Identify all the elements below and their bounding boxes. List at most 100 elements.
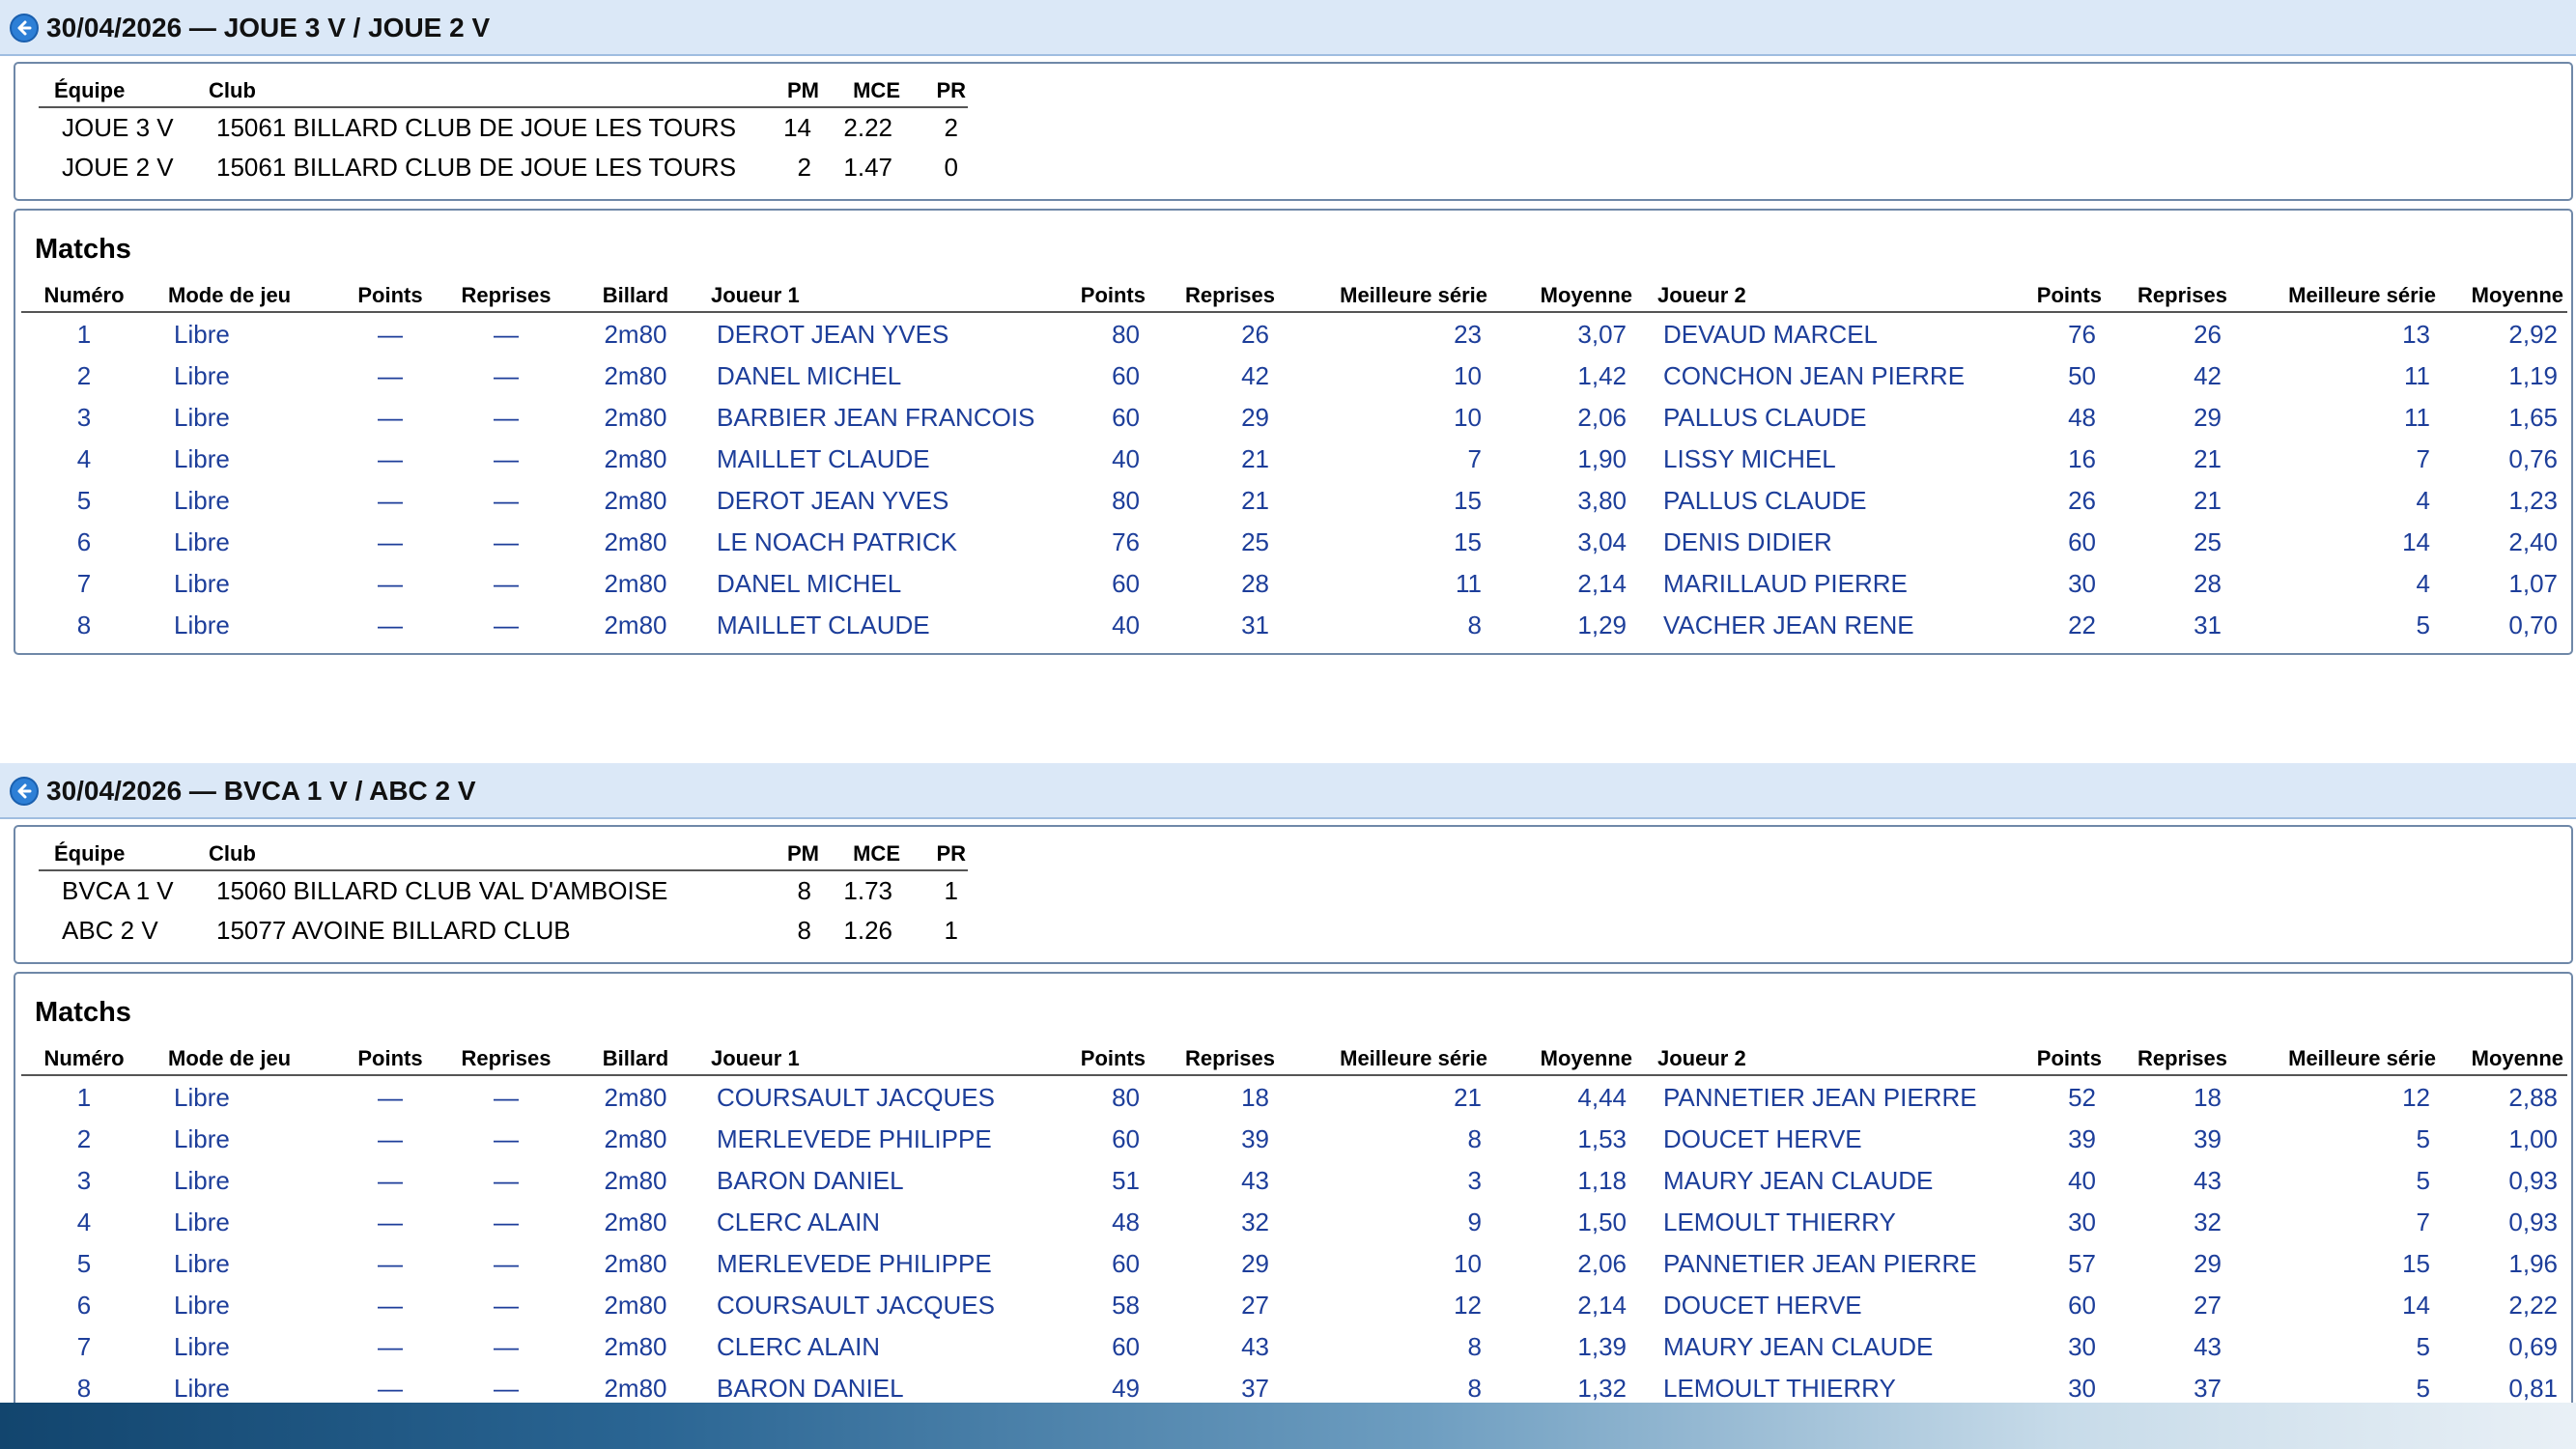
match-joueur2[interactable]: DOUCET HERVE (1663, 1290, 2015, 1321)
match-joueur1[interactable]: MAILLET CLAUDE (717, 443, 1059, 474)
match-serie1: 10 (1454, 403, 1482, 432)
team-pm: 2 (797, 153, 811, 182)
match-joueur1[interactable]: DANEL MICHEL (717, 568, 1059, 599)
match-joueur1[interactable]: CLERC ALAIN (717, 1207, 1059, 1237)
match-serie2: 15 (2402, 1249, 2430, 1278)
match-serie2: 5 (2416, 1374, 2430, 1403)
match-row[interactable]: 2 Libre — — 2m80 MERLEVEDE PHILIPPE 60 39 8 1,53 D… (15, 1122, 2571, 1162)
match-points: — (378, 444, 403, 473)
team-row: JOUE 3 V 15061 BILLARD CLUB DE JOUE LES T… (15, 110, 2571, 151)
team-equipe: JOUE 3 V (62, 113, 174, 142)
match-numero: 7 (76, 569, 92, 598)
match-row[interactable]: 3 Libre — — 2m80 BARBIER JEAN FRANCOIS 60 29 10 2… (15, 400, 2571, 440)
match-header-points2: Points (2036, 283, 2102, 307)
match-joueur2[interactable]: PALLUS CLAUDE (1663, 485, 2015, 516)
match-header-reprises2: Reprises (2137, 1046, 2227, 1070)
match-joueur2[interactable]: LEMOULT THIERRY (1663, 1373, 2015, 1404)
match-joueur1[interactable]: COURSAULT JACQUES (717, 1082, 1059, 1113)
team-header-club: Club (209, 841, 256, 866)
match-billard: 2m80 (604, 444, 667, 473)
match-joueur1[interactable]: BARON DANIEL (717, 1373, 1059, 1404)
match-joueur2[interactable]: MAURY JEAN CLAUDE (1663, 1165, 2015, 1196)
match-reprises1: 29 (1241, 403, 1269, 432)
match-numero: 8 (76, 611, 92, 639)
match-joueur1[interactable]: MERLEVEDE PHILIPPE (717, 1248, 1059, 1279)
match-points2: 52 (2068, 1083, 2096, 1112)
match-billard: 2m80 (604, 1083, 667, 1112)
back-arrow-icon[interactable] (10, 14, 39, 43)
match-moyenne2: 1,19 (2508, 361, 2558, 390)
match-joueur1[interactable]: COURSAULT JACQUES (717, 1290, 1059, 1321)
match-row[interactable]: 5 Libre — — 2m80 MERLEVEDE PHILIPPE 60 29 10 2,06… (15, 1246, 2571, 1287)
match-joueur1[interactable]: LE NOACH PATRICK (717, 526, 1059, 557)
matches-table: Matchs Numéro Mode de jeu Points Reprises Bil… (14, 972, 2573, 1418)
match-joueur1[interactable]: DANEL MICHEL (717, 360, 1059, 391)
match-row[interactable]: 7 Libre — — 2m80 DANEL MICHEL 60 28 11 2,14 MARILL… (15, 566, 2571, 607)
match-joueur2[interactable]: MAURY JEAN CLAUDE (1663, 1331, 2015, 1362)
match-joueur1[interactable]: BARBIER JEAN FRANCOIS (717, 402, 1059, 433)
team-row: BVCA 1 V 15060 BILLARD CLUB VAL D'AMBOISE… (15, 873, 2571, 914)
match-joueur1[interactable]: DEROT JEAN YVES (717, 485, 1059, 516)
match-row[interactable]: 2 Libre — — 2m80 DANEL MICHEL 60 42 10 1,42 CONCHO… (15, 358, 2571, 399)
team-header-underline (39, 869, 968, 871)
match-joueur2[interactable]: LEMOULT THIERRY (1663, 1207, 2015, 1237)
match-reprises2: 28 (2194, 569, 2222, 598)
match-joueur2[interactable]: DOUCET HERVE (1663, 1123, 2015, 1154)
match-row[interactable]: 8 Libre — — 2m80 MAILLET CLAUDE 40 31 8 1,29 VACHE… (15, 608, 2571, 648)
match-serie2: 5 (2416, 1166, 2430, 1195)
match-moyenne2: 2,40 (2508, 527, 2558, 556)
match-reprises1: 18 (1241, 1083, 1269, 1112)
match-row[interactable]: 6 Libre — — 2m80 LE NOACH PATRICK 76 25 15 3,04 DE… (15, 525, 2571, 565)
match-joueur2[interactable]: PANNETIER JEAN PIERRE (1663, 1082, 2015, 1113)
match-points1: 40 (1112, 611, 1140, 639)
match-joueur2[interactable]: PANNETIER JEAN PIERRE (1663, 1248, 2015, 1279)
match-joueur1[interactable]: BARON DANIEL (717, 1165, 1059, 1196)
match-row[interactable]: 6 Libre — — 2m80 COURSAULT JACQUES 58 27 12 2,14 D… (15, 1288, 2571, 1328)
match-joueur2[interactable]: PALLUS CLAUDE (1663, 402, 2015, 433)
match-row[interactable]: 5 Libre — — 2m80 DEROT JEAN YVES 80 21 15 3,80 PAL… (15, 483, 2571, 524)
match-serie1: 8 (1467, 1374, 1482, 1403)
match-moyenne2: 0,69 (2508, 1332, 2558, 1361)
match-points1: 48 (1112, 1208, 1140, 1236)
match-billard: 2m80 (604, 1208, 667, 1236)
match-row[interactable]: 3 Libre — — 2m80 BARON DANIEL 51 43 3 1,18 MAURY J… (15, 1163, 2571, 1204)
match-joueur2[interactable]: DEVAUD MARCEL (1663, 319, 2015, 350)
match-billard: 2m80 (604, 1249, 667, 1278)
match-joueur1[interactable]: CLERC ALAIN (717, 1331, 1059, 1362)
match-header-numero: Numéro (43, 283, 125, 307)
match-joueur2[interactable]: VACHER JEAN RENE (1663, 610, 2015, 640)
match-serie1: 11 (1456, 569, 1482, 598)
match-row[interactable]: 1 Libre — — 2m80 DEROT JEAN YVES 80 26 23 3,07 DEV… (15, 317, 2571, 357)
match-points1: 80 (1112, 320, 1140, 349)
match-joueur1[interactable]: DEROT JEAN YVES (717, 319, 1059, 350)
match-row[interactable]: 4 Libre — — 2m80 MAILLET CLAUDE 40 21 7 1,90 LISSY… (15, 441, 2571, 482)
match-reprises: — (494, 1166, 519, 1195)
section-header: 30/04/2026 — BVCA 1 V / ABC 2 V (0, 763, 2576, 819)
match-joueur2[interactable]: LISSY MICHEL (1663, 443, 2015, 474)
match-row[interactable]: 7 Libre — — 2m80 CLERC ALAIN 60 43 8 1,39 MAURY JE… (15, 1329, 2571, 1370)
match-header-serie1: Meilleure série (1340, 283, 1487, 307)
match-points1: 60 (1112, 1332, 1140, 1361)
match-row[interactable]: 1 Libre — — 2m80 COURSAULT JACQUES 80 18 21 4,44 P… (15, 1080, 2571, 1121)
match-serie2: 5 (2416, 611, 2430, 639)
match-serie1: 8 (1467, 611, 1482, 639)
match-moyenne2: 0,93 (2508, 1166, 2558, 1195)
back-arrow-icon[interactable] (10, 777, 39, 806)
match-billard: 2m80 (604, 569, 667, 598)
match-serie2: 4 (2416, 486, 2430, 515)
match-joueur2[interactable]: MARILLAUD PIERRE (1663, 568, 2015, 599)
match-joueur2[interactable]: DENIS DIDIER (1663, 526, 2015, 557)
match-joueur1[interactable]: MAILLET CLAUDE (717, 610, 1059, 640)
match-joueur1[interactable]: MERLEVEDE PHILIPPE (717, 1123, 1059, 1154)
match-row[interactable]: 4 Libre — — 2m80 CLERC ALAIN 48 32 9 1,50 LEMOULT … (15, 1205, 2571, 1245)
match-moyenne1: 1,53 (1577, 1124, 1627, 1153)
match-header-moyenne1: Moyenne (1540, 283, 1632, 307)
team-pm: 14 (783, 113, 811, 142)
match-points2: 30 (2068, 1208, 2096, 1236)
match-header-mode: Mode de jeu (168, 1046, 292, 1070)
match-serie1: 10 (1454, 361, 1482, 390)
team-header-club: Club (209, 78, 256, 102)
match-serie1: 15 (1454, 527, 1482, 556)
team-row: JOUE 2 V 15061 BILLARD CLUB DE JOUE LES T… (15, 150, 2571, 190)
match-joueur2[interactable]: CONCHON JEAN PIERRE (1663, 360, 2015, 391)
